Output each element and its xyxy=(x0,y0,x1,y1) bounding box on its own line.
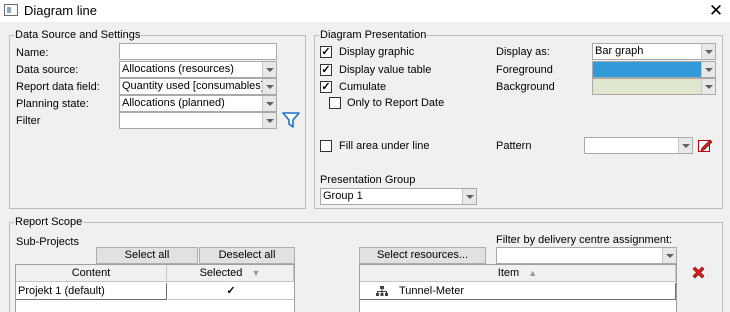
selected-checkmark-icon[interactable]: ✓ xyxy=(168,283,294,300)
display-as-select[interactable]: Bar graph xyxy=(592,43,716,60)
select-resources-button[interactable]: Select resources... xyxy=(359,247,486,264)
filter-label: Filter xyxy=(16,115,41,127)
chevron-down-icon[interactable] xyxy=(262,79,276,94)
sub-projects-table: Content Selected ▼ Projekt 1 (default) ✓ xyxy=(15,264,295,312)
only-to-report-date-checkbox[interactable] xyxy=(329,97,341,109)
item-column-label: Item xyxy=(497,267,520,279)
chevron-down-icon[interactable] xyxy=(678,138,692,153)
sort-down-icon: ▼ xyxy=(251,268,261,278)
background-label: Background xyxy=(496,81,555,93)
report-data-field-select[interactable]: Quantity used [consumables] xyxy=(119,78,277,95)
fill-area-checkbox[interactable] xyxy=(320,140,332,152)
data-source-legend: Data Source and Settings xyxy=(15,29,141,41)
window-icon xyxy=(4,4,18,16)
presentation-group-value: Group 1 xyxy=(323,190,363,202)
filter-select[interactable] xyxy=(119,112,277,129)
window-title: Diagram line xyxy=(24,3,97,18)
chevron-down-icon[interactable] xyxy=(662,248,676,263)
display-graphic-checkbox[interactable]: ✓ xyxy=(320,46,332,58)
fill-area-label: Fill area under line xyxy=(339,140,430,152)
report-data-field-value: Quantity used [consumables] xyxy=(122,80,264,92)
filter-delivery-centre-label: Filter by delivery centre assignment: xyxy=(496,234,673,246)
planning-state-value: Allocations (planned) xyxy=(122,97,225,109)
sort-up-icon: ▲ xyxy=(528,268,538,278)
pattern-select[interactable] xyxy=(584,137,693,154)
display-graphic-label: Display graphic xyxy=(339,46,415,58)
delete-icon[interactable] xyxy=(691,266,706,281)
planning-state-select[interactable]: Allocations (planned) xyxy=(119,95,277,112)
table-row[interactable]: Projekt 1 (default) xyxy=(16,283,167,300)
chevron-down-icon[interactable] xyxy=(262,113,276,128)
item-cell: Tunnel-Meter xyxy=(399,285,465,297)
resources-table: Item ▲ Tunnel-Meter xyxy=(359,264,677,312)
selected-column-label: Selected xyxy=(199,267,243,279)
item-column-header[interactable]: Item ▲ xyxy=(360,265,676,282)
display-value-table-checkbox[interactable]: ✓ xyxy=(320,64,332,76)
table-row[interactable]: Tunnel-Meter xyxy=(360,283,676,300)
chevron-down-icon[interactable] xyxy=(701,44,715,59)
name-label: Name: xyxy=(16,47,49,59)
chevron-down-icon[interactable] xyxy=(262,62,276,77)
foreground-label: Foreground xyxy=(496,64,553,76)
funnel-icon[interactable] xyxy=(282,111,300,129)
content-cell: Projekt 1 (default) xyxy=(18,285,105,297)
report-data-field-label: Report data field: xyxy=(16,81,100,93)
foreground-color-select[interactable] xyxy=(592,61,716,78)
select-all-button[interactable]: Select all xyxy=(96,247,198,264)
data-source-value: Allocations (resources) xyxy=(122,63,234,75)
chevron-down-icon[interactable] xyxy=(701,62,715,77)
report-scope-legend: Report Scope xyxy=(15,216,83,228)
delivery-centre-filter-select[interactable] xyxy=(496,247,677,264)
presentation-group-select[interactable]: Group 1 xyxy=(320,188,477,205)
data-source-label: Data source: xyxy=(16,64,79,76)
selected-column-header[interactable]: Selected ▼ xyxy=(167,265,294,282)
title-bar xyxy=(0,0,730,22)
presentation-group-label: Presentation Group xyxy=(320,174,416,186)
background-color-select[interactable] xyxy=(592,78,716,95)
chevron-down-icon[interactable] xyxy=(262,96,276,111)
planning-state-label: Planning state: xyxy=(16,98,89,110)
close-icon[interactable]: ✕ xyxy=(706,0,726,22)
data-source-select[interactable]: Allocations (resources) xyxy=(119,61,277,78)
cumulate-checkbox[interactable]: ✓ xyxy=(320,81,332,93)
hierarchy-icon xyxy=(376,286,388,296)
deselect-all-button[interactable]: Deselect all xyxy=(199,247,295,264)
only-to-report-date-label: Only to Report Date xyxy=(347,97,445,109)
diagram-presentation-legend: Diagram Presentation xyxy=(320,29,427,41)
sub-projects-label: Sub-Projects xyxy=(16,236,79,248)
display-as-label: Display as: xyxy=(496,46,550,58)
chevron-down-icon[interactable] xyxy=(462,189,476,204)
chevron-down-icon[interactable] xyxy=(701,79,715,94)
pattern-label: Pattern xyxy=(496,140,532,152)
name-input[interactable] xyxy=(119,43,277,60)
edit-pattern-icon[interactable] xyxy=(697,137,713,153)
content-column-header[interactable]: Content xyxy=(16,265,167,282)
display-as-value: Bar graph xyxy=(595,45,644,57)
cumulate-label: Cumulate xyxy=(339,81,387,93)
display-value-table-label: Display value table xyxy=(339,64,432,76)
